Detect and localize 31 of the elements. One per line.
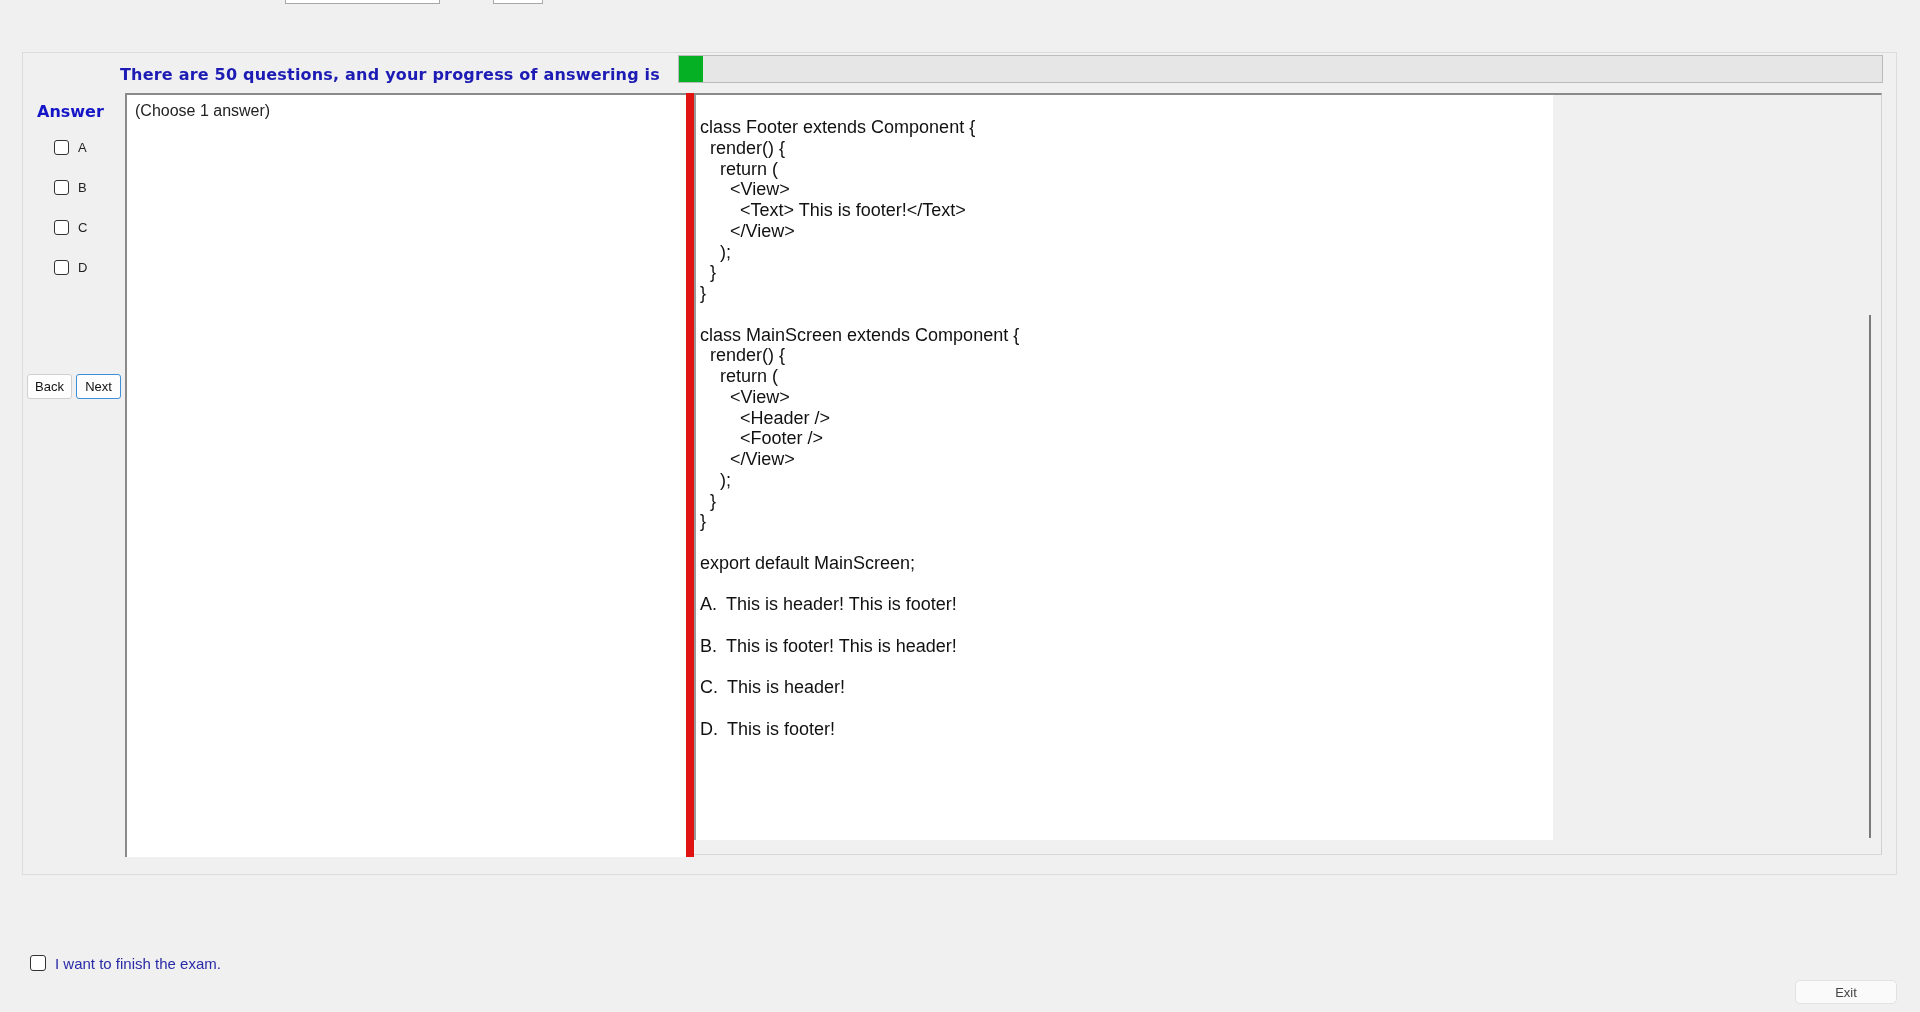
checkbox[interactable] — [54, 139, 69, 155]
checkbox-label: B — [78, 179, 87, 195]
scrollbar-thumb[interactable] — [1869, 315, 1871, 838]
option-text: This is header! This is footer! — [726, 594, 957, 615]
progress-label: There are 50 questions, and your progress of answering is — [120, 65, 661, 85]
exit-button[interactable]: Exit — [1795, 980, 1897, 1004]
option-letter: D. — [700, 718, 718, 740]
dropdown-field[interactable] — [285, 0, 440, 4]
instruction-text: (Choose 1 answer) — [135, 102, 271, 119]
back-button[interactable]: Back — [27, 374, 72, 399]
input-field[interactable] — [493, 0, 543, 4]
option-text: This is footer! — [727, 718, 836, 740]
option-text: This is header! — [727, 677, 846, 698]
checkbox[interactable] — [54, 179, 69, 195]
answer-text-box[interactable]: (Choose 1 answer) — [125, 93, 686, 857]
checkbox-label: D — [78, 259, 88, 275]
option-letter: B. — [700, 635, 717, 657]
checkbox-label: I want to finish the exam. — [55, 954, 221, 972]
next-button[interactable]: Next — [76, 374, 121, 399]
code-text: class Footer extends Component { render() { return ( <View> <Text> This is footer!</Text> </View> ); } } — [700, 117, 976, 304]
option-letter: C. — [700, 677, 718, 698]
answer-heading: Answer — [37, 102, 104, 122]
code-text: export default MainScreen; — [700, 552, 916, 574]
checkbox[interactable] — [54, 219, 69, 235]
checkbox-label: C — [78, 219, 88, 235]
checkbox-label: A — [78, 139, 87, 155]
checkbox[interactable] — [30, 955, 46, 971]
option-letter: A. — [700, 594, 717, 615]
option-text: This is footer! This is header! — [726, 635, 957, 657]
code-text: class MainScreen extends Component { render() { return ( <View> <Header /> <Footer /> </View> ); } } — [700, 324, 1020, 532]
checkbox[interactable] — [54, 259, 69, 275]
